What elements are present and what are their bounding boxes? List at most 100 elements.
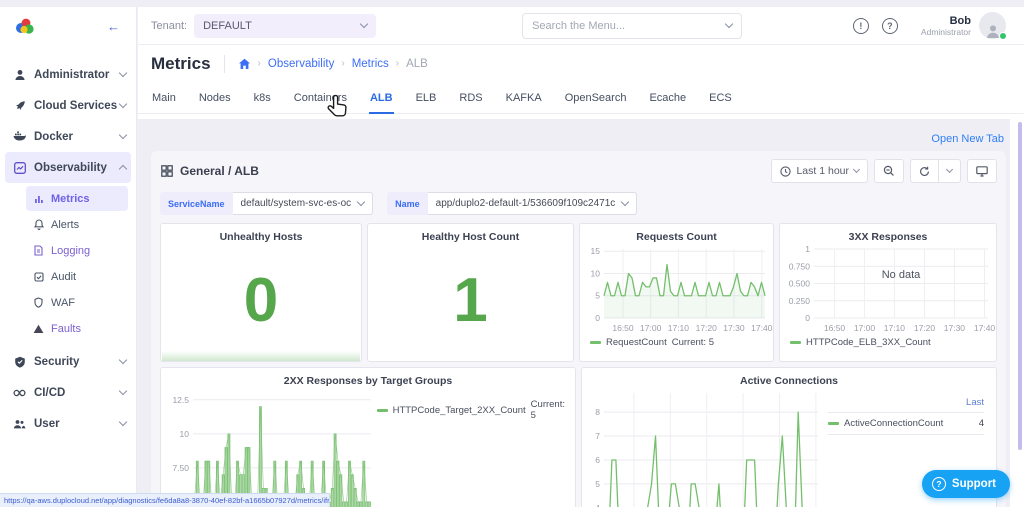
legend[interactable]: HTTPCode_ELB_3XX_Count (780, 335, 996, 348)
sidebar-item-docker[interactable]: Docker (0, 121, 136, 152)
3xx-responses-chart: 0 0.250 0.500 0.750 1 16:50 17:00 17:10 17:20 17:… (780, 243, 996, 335)
tab-rds[interactable]: RDS (458, 88, 483, 114)
person-icon (13, 68, 26, 81)
sidebar-item-logging[interactable]: Logging (26, 238, 128, 263)
tab-ecache[interactable]: Ecache (648, 88, 687, 114)
chevron-down-icon (118, 386, 128, 396)
chevron-up-icon (118, 164, 128, 174)
svg-text:17:20: 17:20 (696, 323, 718, 333)
sidebar-item-cloud-services[interactable]: Cloud Services (0, 90, 136, 121)
warning-triangle-icon (33, 323, 44, 334)
svg-text:4: 4 (595, 503, 600, 507)
svg-text:15: 15 (591, 246, 601, 256)
bell-icon (33, 219, 44, 230)
sidebar-item-user[interactable]: User (0, 408, 136, 439)
vertical-scrollbar[interactable] (1018, 122, 1022, 450)
panel-title: 2XX Responses by Target Groups (283, 375, 453, 387)
browser-status-url: https://qa-aws.duplocloud.net/app/diagno… (0, 493, 330, 507)
name-label: Name (387, 192, 428, 215)
tab-ecs[interactable]: ECS (708, 88, 733, 114)
help-icon[interactable]: ? (881, 17, 898, 34)
svg-text:0.250: 0.250 (789, 296, 811, 306)
legend[interactable]: HTTPCode_Target_2XX_Count Current: 5 (376, 387, 575, 507)
sidebar-item-alerts[interactable]: Alerts (26, 212, 128, 237)
chevron-down-icon (852, 165, 861, 174)
sidebar-collapse-icon[interactable]: ← (107, 19, 120, 34)
user-name: Bob (949, 14, 971, 27)
display-mode-button[interactable] (967, 159, 997, 183)
zoom-out-icon (883, 165, 894, 176)
docker-whale-icon (13, 130, 26, 143)
svg-text:17:00: 17:00 (640, 323, 662, 333)
user-role: Administrator (920, 26, 971, 37)
notifications-icon[interactable]: ! (852, 17, 869, 34)
tab-main[interactable]: Main (151, 88, 177, 114)
refresh-button[interactable] (910, 159, 939, 183)
legend-column-header[interactable]: Last (828, 397, 984, 412)
svg-text:17:10: 17:10 (668, 323, 690, 333)
avatar[interactable] (979, 12, 1007, 40)
svg-text:5: 5 (595, 479, 600, 489)
chevron-down-icon (359, 19, 369, 29)
template-variables: ServiceName default/system-svc-es-oc Nam… (160, 192, 997, 215)
panel-title: Requests Count (636, 231, 717, 243)
clock-icon (780, 165, 792, 177)
panel-title: Active Connections (739, 375, 839, 387)
refresh-interval-dropdown[interactable] (939, 159, 961, 183)
legend[interactable]: RequestCount Current: 5 (580, 335, 773, 348)
breadcrumb-link-metrics[interactable]: Metrics (352, 58, 389, 70)
sidebar-item-cicd[interactable]: CI/CD (0, 377, 136, 408)
panel-title: Unhealthy Hosts (219, 231, 303, 243)
infinity-icon (13, 386, 26, 399)
sidebar-item-audit[interactable]: Audit (26, 264, 128, 289)
users-group-icon (13, 417, 26, 430)
servicename-filter: ServiceName default/system-svc-es-oc (160, 192, 374, 215)
svg-text:0.500: 0.500 (789, 279, 811, 289)
sidebar-item-security[interactable]: Security (0, 346, 136, 377)
tab-containers[interactable]: Containers (293, 88, 348, 114)
sidebar-nav: Administrator Cloud Services Docker Obse… (0, 45, 136, 439)
open-new-tab-link[interactable]: Open New Tab (931, 133, 1004, 145)
tenant-select[interactable]: DEFAULT (194, 13, 377, 38)
grid-icon (160, 165, 173, 178)
svg-text:17:10: 17:10 (884, 323, 906, 333)
zoom-out-button[interactable] (874, 159, 904, 183)
duplocloud-logo[interactable] (12, 16, 36, 36)
home-icon[interactable] (238, 57, 251, 70)
support-button[interactable]: ? Support (921, 470, 1010, 498)
tab-kafka[interactable]: KAFKA (505, 88, 543, 114)
svg-text:17:30: 17:30 (944, 323, 966, 333)
legend-last-value: 4 (978, 418, 984, 429)
tab-opensearch[interactable]: OpenSearch (564, 88, 628, 114)
dashboard-content: Open New Tab General / ALB Last 1 hour S… (138, 119, 1010, 507)
observability-subnav: Metrics Alerts Logging Audit WAF Faults (0, 183, 136, 346)
breadcrumb-link-observability[interactable]: Observability (268, 58, 334, 70)
svg-text:17:20: 17:20 (914, 323, 936, 333)
time-range-picker[interactable]: Last 1 hour (771, 159, 868, 183)
tab-elb[interactable]: ELB (415, 88, 438, 114)
svg-text:10: 10 (180, 429, 190, 439)
menu-search-input[interactable]: Search the Menu... (522, 12, 743, 39)
breadcrumb-current: ALB (406, 57, 428, 70)
sidebar-item-waf[interactable]: WAF (26, 290, 128, 315)
servicename-select[interactable]: default/system-svc-es-oc (232, 192, 374, 215)
shield-icon (33, 297, 44, 308)
user-menu[interactable]: Bob Administrator (920, 12, 1007, 40)
search-placeholder: Search the Menu... (532, 19, 626, 32)
servicename-label: ServiceName (160, 192, 233, 215)
tab-nodes[interactable]: Nodes (198, 88, 232, 114)
svg-text:17:30: 17:30 (723, 323, 745, 333)
tab-alb[interactable]: ALB (368, 88, 394, 114)
sidebar-item-administrator[interactable]: Administrator (0, 59, 136, 90)
stat-sparkline (162, 351, 361, 361)
name-select[interactable]: app/duplo2-default-1/536609f109c2471c (427, 192, 638, 215)
rocket-icon (13, 99, 26, 112)
tab-k8s[interactable]: k8s (253, 88, 272, 114)
svg-text:8: 8 (595, 407, 600, 417)
panel-healthy-host-count: Healthy Host Count 1 (367, 223, 574, 362)
sidebar-item-metrics[interactable]: Metrics (26, 186, 128, 211)
sidebar-item-faults[interactable]: Faults (26, 316, 128, 341)
svg-text:6: 6 (595, 455, 600, 465)
panel-unhealthy-hosts: Unhealthy Hosts 0 (160, 223, 363, 362)
sidebar-item-observability[interactable]: Observability (5, 152, 131, 183)
